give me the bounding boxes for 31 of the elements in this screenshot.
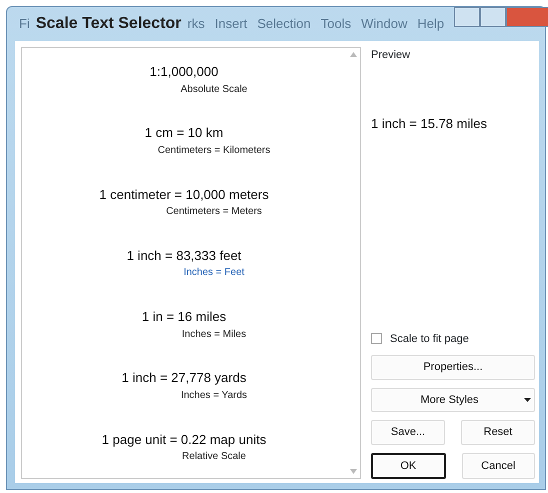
window-title: Scale Text Selector <box>36 14 182 34</box>
scale-text[interactable]: 1 inch = 83,333 feet <box>126 246 242 266</box>
scale-label: Inches = Feet <box>184 266 244 280</box>
scroll-down-icon[interactable] <box>350 469 356 474</box>
checkbox[interactable] <box>371 333 382 344</box>
scale-text[interactable]: 1 centimeter = 10,000 meters <box>99 184 269 204</box>
scroll-up-icon[interactable] <box>350 52 356 57</box>
scale-text[interactable]: 1 page unit = 0.22 map units <box>102 430 266 449</box>
cancel-button[interactable]: Cancel <box>462 452 535 479</box>
preview-label: Preview <box>371 48 412 63</box>
checkbox-label: Scale to fit page <box>390 332 469 346</box>
scale-text[interactable]: 1 inch = 27,778 yards <box>122 368 246 388</box>
scale-label: Inches = Yards <box>180 388 248 403</box>
minimize-button[interactable] <box>454 7 480 27</box>
scale-text[interactable]: 1 in = 16 miles <box>142 307 226 326</box>
close-button[interactable] <box>506 7 548 27</box>
ok-button[interactable]: OK <box>371 452 446 479</box>
reset-button[interactable]: Reset <box>461 420 535 444</box>
scale-label: Relative Scale <box>182 450 246 464</box>
properties-button[interactable]: Properties... <box>371 355 535 380</box>
scale-label: Centimeters = Kilometers <box>158 144 270 158</box>
scale-label: Absolute Scale <box>180 82 248 96</box>
scale-text[interactable]: 1 cm = 10 km <box>144 123 224 143</box>
maximize-button[interactable] <box>480 7 506 27</box>
scale-label: Inches = Miles <box>182 328 246 342</box>
scale-text[interactable]: 1:1,000,000 <box>150 62 218 82</box>
more-styles-button[interactable]: More Styles <box>371 388 535 412</box>
scale-label: Centimeters = Meters <box>166 205 262 219</box>
save-button[interactable]: Save... <box>371 420 445 444</box>
dropdown-arrow-icon <box>524 398 531 402</box>
preview-text: 1 inch = 15.78 miles <box>371 114 488 132</box>
